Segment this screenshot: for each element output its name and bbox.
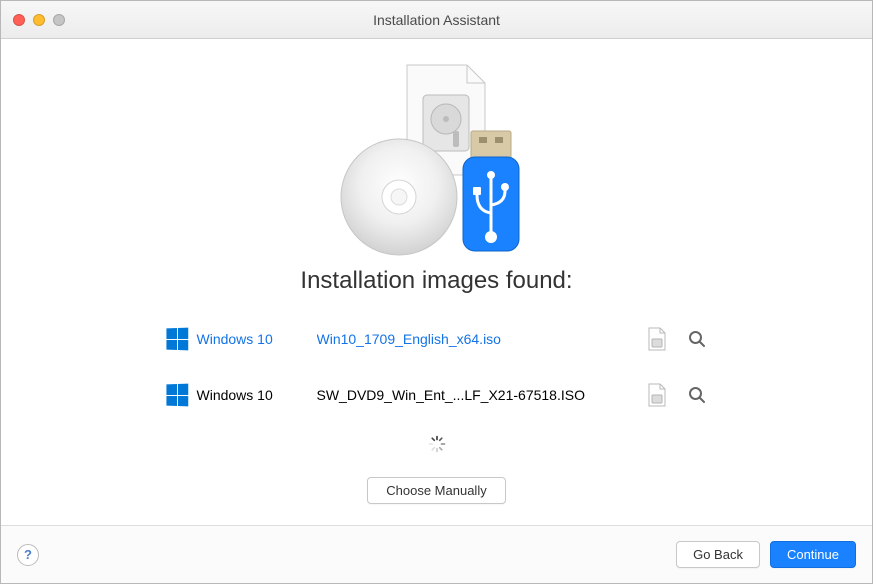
file-name: Win10_1709_English_x64.iso [317, 331, 637, 347]
window-title: Installation Assistant [1, 12, 872, 28]
window: Installation Assistant [0, 0, 873, 584]
list-item[interactable]: Windows 10 Win10_1709_English_x64.iso [157, 321, 717, 357]
heading: Installation images found: [300, 267, 572, 295]
help-button[interactable]: ? [17, 544, 39, 566]
image-list: Windows 10 Win10_1709_English_x64.iso Wi… [157, 321, 717, 413]
go-back-button[interactable]: Go Back [676, 541, 760, 568]
file-name: SW_DVD9_Win_Ent_...LF_X21-67518.ISO [317, 387, 637, 403]
close-icon[interactable] [13, 14, 25, 26]
content: Installation images found: Windows 10 Wi… [1, 39, 872, 525]
windows-icon [157, 384, 197, 406]
os-name: Windows 10 [197, 387, 317, 403]
os-name: Windows 10 [197, 331, 317, 347]
iso-file-icon [637, 327, 677, 351]
iso-file-icon [637, 383, 677, 407]
reveal-in-finder-icon[interactable] [677, 386, 717, 404]
list-item[interactable]: Windows 10 SW_DVD9_Win_Ent_...LF_X21-675… [157, 377, 717, 413]
choose-manually-button[interactable]: Choose Manually [367, 477, 505, 504]
reveal-in-finder-icon[interactable] [677, 330, 717, 348]
hero-illustration [307, 57, 567, 257]
footer: ? Go Back Continue [1, 525, 872, 583]
zoom-icon [53, 14, 65, 26]
windows-icon [157, 328, 197, 350]
titlebar: Installation Assistant [1, 1, 872, 39]
minimize-icon[interactable] [33, 14, 45, 26]
spinner-icon [428, 435, 446, 453]
continue-button[interactable]: Continue [770, 541, 856, 568]
